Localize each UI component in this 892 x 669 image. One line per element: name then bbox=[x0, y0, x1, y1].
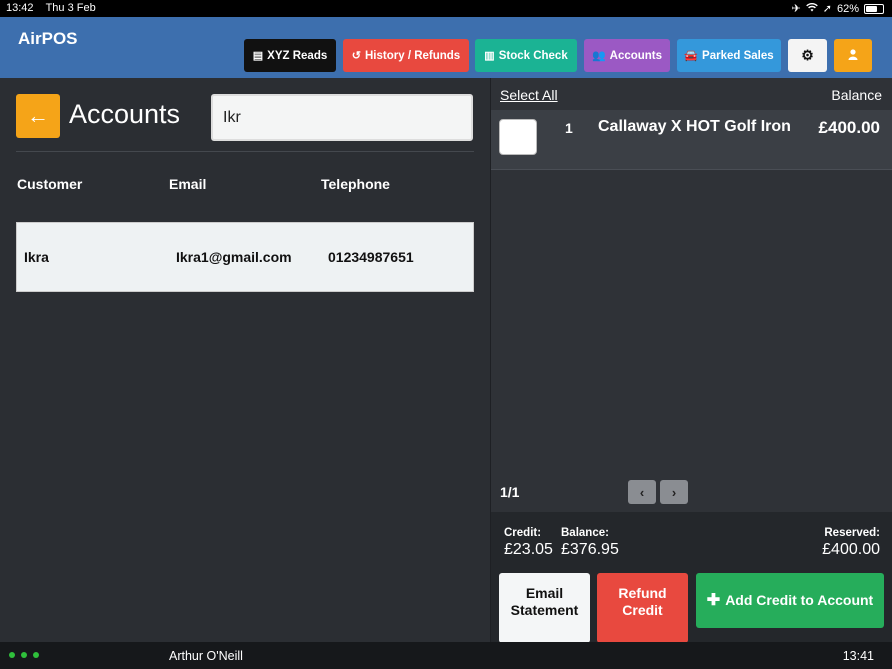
parked-sales-label: Parked Sales bbox=[702, 49, 774, 62]
customer-telephone: 01234987651 bbox=[328, 249, 414, 265]
clock: 13:41 bbox=[842, 649, 874, 663]
page-indicator: 1/1 bbox=[500, 484, 520, 500]
back-arrow-icon: ← bbox=[27, 103, 49, 128]
car-icon: 🚘 bbox=[684, 50, 699, 62]
history-refunds-button[interactable]: ↺ History / Refunds bbox=[343, 39, 469, 72]
credit-value: £23.05 bbox=[504, 541, 553, 558]
settings-button[interactable]: ⚙ bbox=[788, 39, 827, 72]
xyz-reads-button[interactable]: ▤ XYZ Reads bbox=[244, 39, 336, 72]
item-quantity: 1 bbox=[565, 120, 573, 136]
bottom-bar: Arthur O'Neill 13:41 bbox=[0, 642, 892, 669]
xyz-reads-label: XYZ Reads bbox=[267, 49, 328, 62]
back-button[interactable]: ← bbox=[16, 94, 60, 138]
column-header-email: Email bbox=[169, 176, 207, 192]
chevron-left-icon: ‹ bbox=[639, 484, 645, 500]
location-icon: ➚ bbox=[822, 3, 832, 15]
reserved-value: £400.00 bbox=[822, 541, 880, 558]
accounts-panel: ← Accounts Customer Email Telephone Ikra… bbox=[0, 78, 490, 642]
reserved-label: Reserved: bbox=[824, 527, 880, 539]
table-row[interactable]: Ikra Ikra1@gmail.com 01234987651 bbox=[16, 222, 474, 292]
status-time: 13:42 bbox=[6, 2, 34, 14]
page-title: Accounts bbox=[69, 99, 181, 129]
customer-email: Ikra1@gmail.com bbox=[176, 249, 292, 265]
list-icon: ▤ bbox=[252, 50, 264, 62]
stock-check-button[interactable]: ▥ Stock Check bbox=[475, 39, 577, 72]
wifi-icon bbox=[805, 2, 818, 15]
select-all-link[interactable]: Select All bbox=[500, 87, 558, 103]
account-search-input[interactable] bbox=[211, 94, 473, 141]
app-title: AirPOS bbox=[18, 29, 78, 48]
gear-icon: ⚙ bbox=[801, 47, 814, 63]
parked-sales-button[interactable]: 🚘 Parked Sales bbox=[677, 39, 781, 72]
connection-status-icon bbox=[9, 652, 39, 658]
divider bbox=[16, 151, 474, 152]
plus-icon: ✚ bbox=[706, 592, 721, 609]
customer-name: Ikra bbox=[24, 249, 49, 265]
stock-check-label: Stock Check bbox=[498, 49, 568, 62]
chevron-right-icon: › bbox=[671, 484, 677, 500]
item-name: Callaway X HOT Golf Iron bbox=[598, 118, 791, 135]
column-header-customer: Customer bbox=[17, 176, 83, 192]
balance-label: Balance: bbox=[561, 527, 609, 539]
balance-panel: Select All Balance 1 Callaway X HOT Golf… bbox=[490, 78, 892, 643]
accounts-button[interactable]: 👥 Accounts bbox=[584, 39, 670, 72]
next-page-button[interactable]: › bbox=[660, 480, 688, 504]
item-checkbox[interactable] bbox=[499, 119, 537, 155]
operator-name: Arthur O'Neill bbox=[169, 649, 243, 663]
column-header-telephone: Telephone bbox=[321, 176, 390, 192]
status-bar: 13:42 Thu 3 Feb ✈ ➚ 62% bbox=[0, 0, 892, 17]
email-statement-button[interactable]: Email Statement bbox=[499, 573, 590, 643]
balance-value: £376.95 bbox=[561, 541, 619, 558]
users-icon: 👥 bbox=[591, 50, 606, 62]
status-date: Thu 3 Feb bbox=[45, 2, 96, 14]
battery-percent: 62% bbox=[836, 2, 859, 15]
history-label: History / Refunds bbox=[365, 49, 461, 62]
list-item[interactable]: 1 Callaway X HOT Golf Iron £400.00 bbox=[491, 110, 892, 170]
account-summary: Credit: £23.05 Balance: £376.95 Reserved… bbox=[491, 512, 892, 643]
balance-header: Balance bbox=[831, 87, 882, 103]
user-button[interactable] bbox=[834, 39, 872, 72]
refund-credit-button[interactable]: Refund Credit bbox=[597, 573, 688, 643]
barcode-icon: ▥ bbox=[484, 50, 495, 62]
history-icon: ↺ bbox=[351, 50, 361, 62]
credit-label: Credit: bbox=[504, 527, 542, 539]
user-icon bbox=[848, 48, 858, 63]
add-credit-label: Add Credit to Account bbox=[725, 592, 874, 608]
battery-icon bbox=[864, 3, 884, 14]
prev-page-button[interactable]: ‹ bbox=[628, 480, 656, 504]
airplane-icon: ✈ bbox=[791, 3, 801, 15]
add-credit-button[interactable]: ✚ Add Credit to Account bbox=[696, 573, 884, 628]
accounts-label: Accounts bbox=[609, 49, 663, 62]
item-price: £400.00 bbox=[818, 118, 880, 137]
